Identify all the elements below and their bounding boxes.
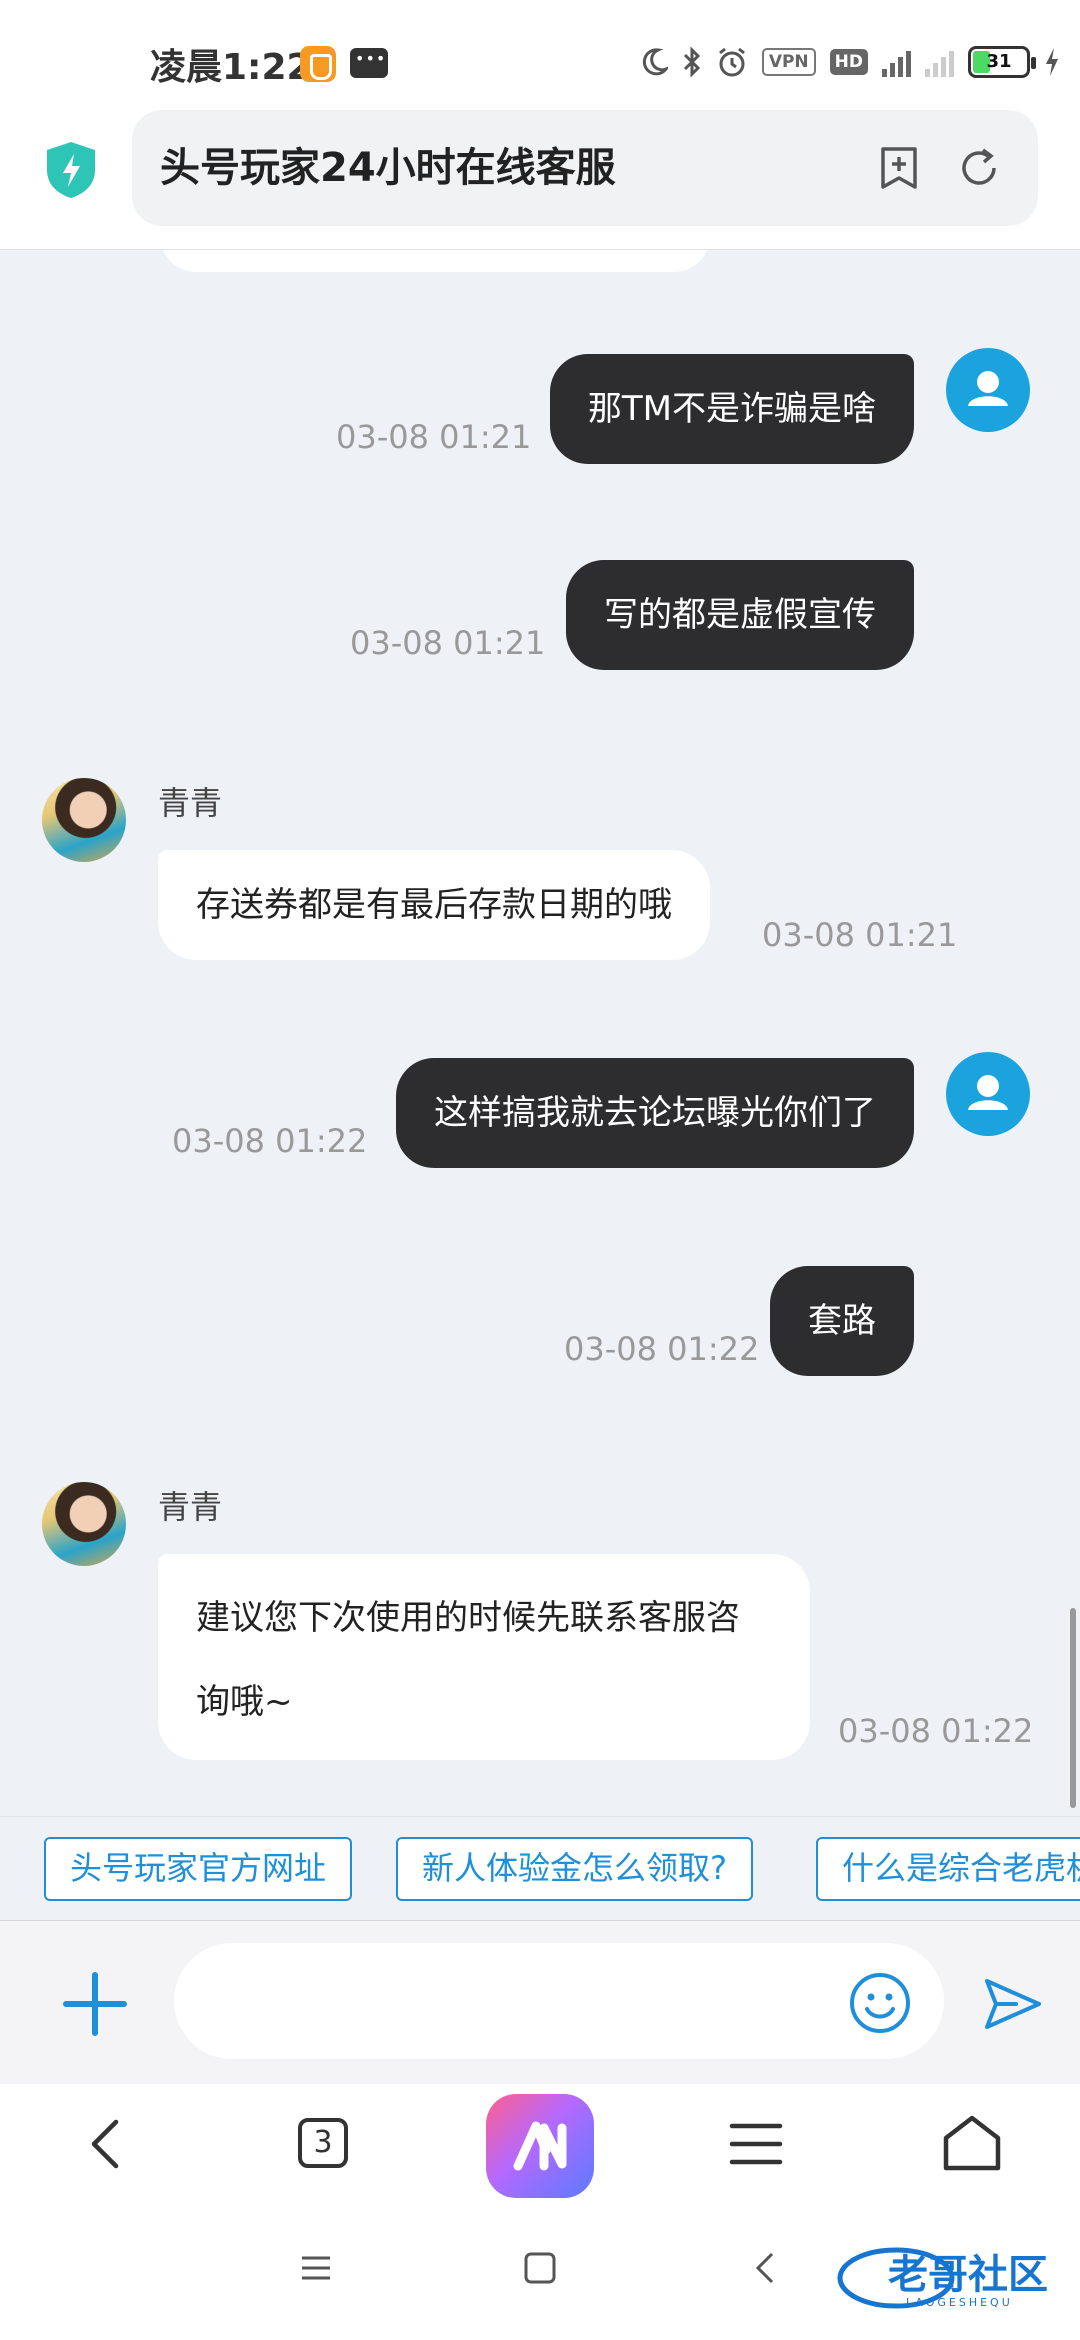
system-back-icon[interactable] [748,2250,784,2286]
message-timestamp: 03-08 01:21 [336,418,532,456]
back-icon[interactable] [70,2106,146,2182]
moon-icon [642,48,668,76]
signal-icon [882,47,911,77]
chat-bubble[interactable]: 写的都是虚假宣传 [566,560,914,670]
quick-reply-chip[interactable]: 头号玩家官方网址 [44,1837,353,1901]
browser-header: 头号玩家24小时在线客服 [0,110,1080,250]
address-bar[interactable]: 头号玩家24小时在线客服 [132,110,1038,226]
status-time: 凌晨1:22 [150,47,312,88]
agent-name: 青青 [158,784,223,822]
message-timestamp: 03-08 01:21 [350,624,546,662]
battery-icon: 31 [968,46,1036,78]
alarm-icon [718,47,745,77]
user-avatar [946,1052,1030,1136]
quick-reply-bar[interactable]: 头号玩家官方网址 新人体验金怎么领取? 什么是综合老虎机 [0,1816,1080,1920]
vpn-icon: VPN [761,48,816,76]
shield-notification-icon [300,46,336,82]
recents-icon[interactable] [298,2250,334,2286]
reload-icon[interactable] [957,146,1001,190]
status-indicators: VPN HD 31 [640,40,1060,84]
charging-icon [1046,48,1058,76]
user-icon [968,371,1008,406]
watermark-subtext: LAOGESHEQU [906,2296,1013,2309]
message-timestamp: 03-08 01:22 [172,1122,368,1160]
hd-icon: HD [829,49,868,75]
watermark-text: 老哥社区 [888,2252,1048,2298]
user-icon [968,1075,1008,1110]
chat-area[interactable]: 那TM不是诈骗是啥 03-08 01:21 写的都是虚假宣传 03-08 01:… [0,250,1080,1816]
app-logo-icon [513,2121,567,2171]
shield-icon[interactable] [44,140,98,200]
watermark-logo: 老哥社区 LAOGESHEQU [837,2247,1048,2309]
signal-secondary-icon [925,47,954,77]
message-notification-icon [350,48,388,78]
chat-bubble[interactable]: 这样搞我就去论坛曝光你们了 [396,1058,914,1168]
app-logo-button[interactable] [486,2094,594,2198]
tabs-button[interactable]: 3 [298,2118,348,2168]
user-avatar [946,348,1030,432]
menu-icon[interactable] [718,2106,794,2182]
bluetooth-icon [683,46,700,78]
system-navigation-bar: 老哥社区 LAOGESHEQU [0,2204,1080,2340]
status-bar: 凌晨1:22 VPN HD 31 [0,0,1080,110]
bookmark-add-icon[interactable] [877,146,921,190]
chat-bubble[interactable]: 那TM不是诈骗是啥 [549,354,914,464]
system-home-icon[interactable] [522,2250,558,2286]
message-timestamp: 03-08 01:22 [564,1330,760,1368]
home-icon[interactable] [934,2106,1010,2182]
agent-avatar [42,1482,126,1566]
message-input-bar [0,1920,1080,2084]
message-timestamp: 03-08 01:22 [838,1712,1034,1750]
previous-message-bubble [160,250,710,272]
plus-icon[interactable] [62,1971,128,2037]
battery-level: 31 [986,51,1012,72]
chat-bubble[interactable]: 存送券都是有最后存款日期的哦 [158,850,710,960]
page-title[interactable]: 头号玩家24小时在线客服 [160,110,616,226]
chat-bubble[interactable]: 建议您下次使用的时候先联系客服咨询哦~ [158,1554,810,1760]
agent-name: 青青 [158,1488,223,1526]
agent-avatar [42,778,126,862]
message-input[interactable] [174,1943,944,2059]
chat-bubble[interactable]: 套路 [770,1266,914,1376]
quick-reply-chip[interactable]: 新人体验金怎么领取? [396,1837,753,1901]
emoji-icon[interactable] [848,1971,912,2035]
send-icon[interactable] [982,1973,1044,2035]
scrollbar[interactable] [1070,1608,1076,1808]
browser-toolbar: 3 [0,2084,1080,2204]
message-timestamp: 03-08 01:21 [762,916,958,954]
quick-reply-chip[interactable]: 什么是综合老虎机 [816,1837,1080,1901]
screen: 凌晨1:22 VPN HD 31 头 [0,0,1080,2340]
